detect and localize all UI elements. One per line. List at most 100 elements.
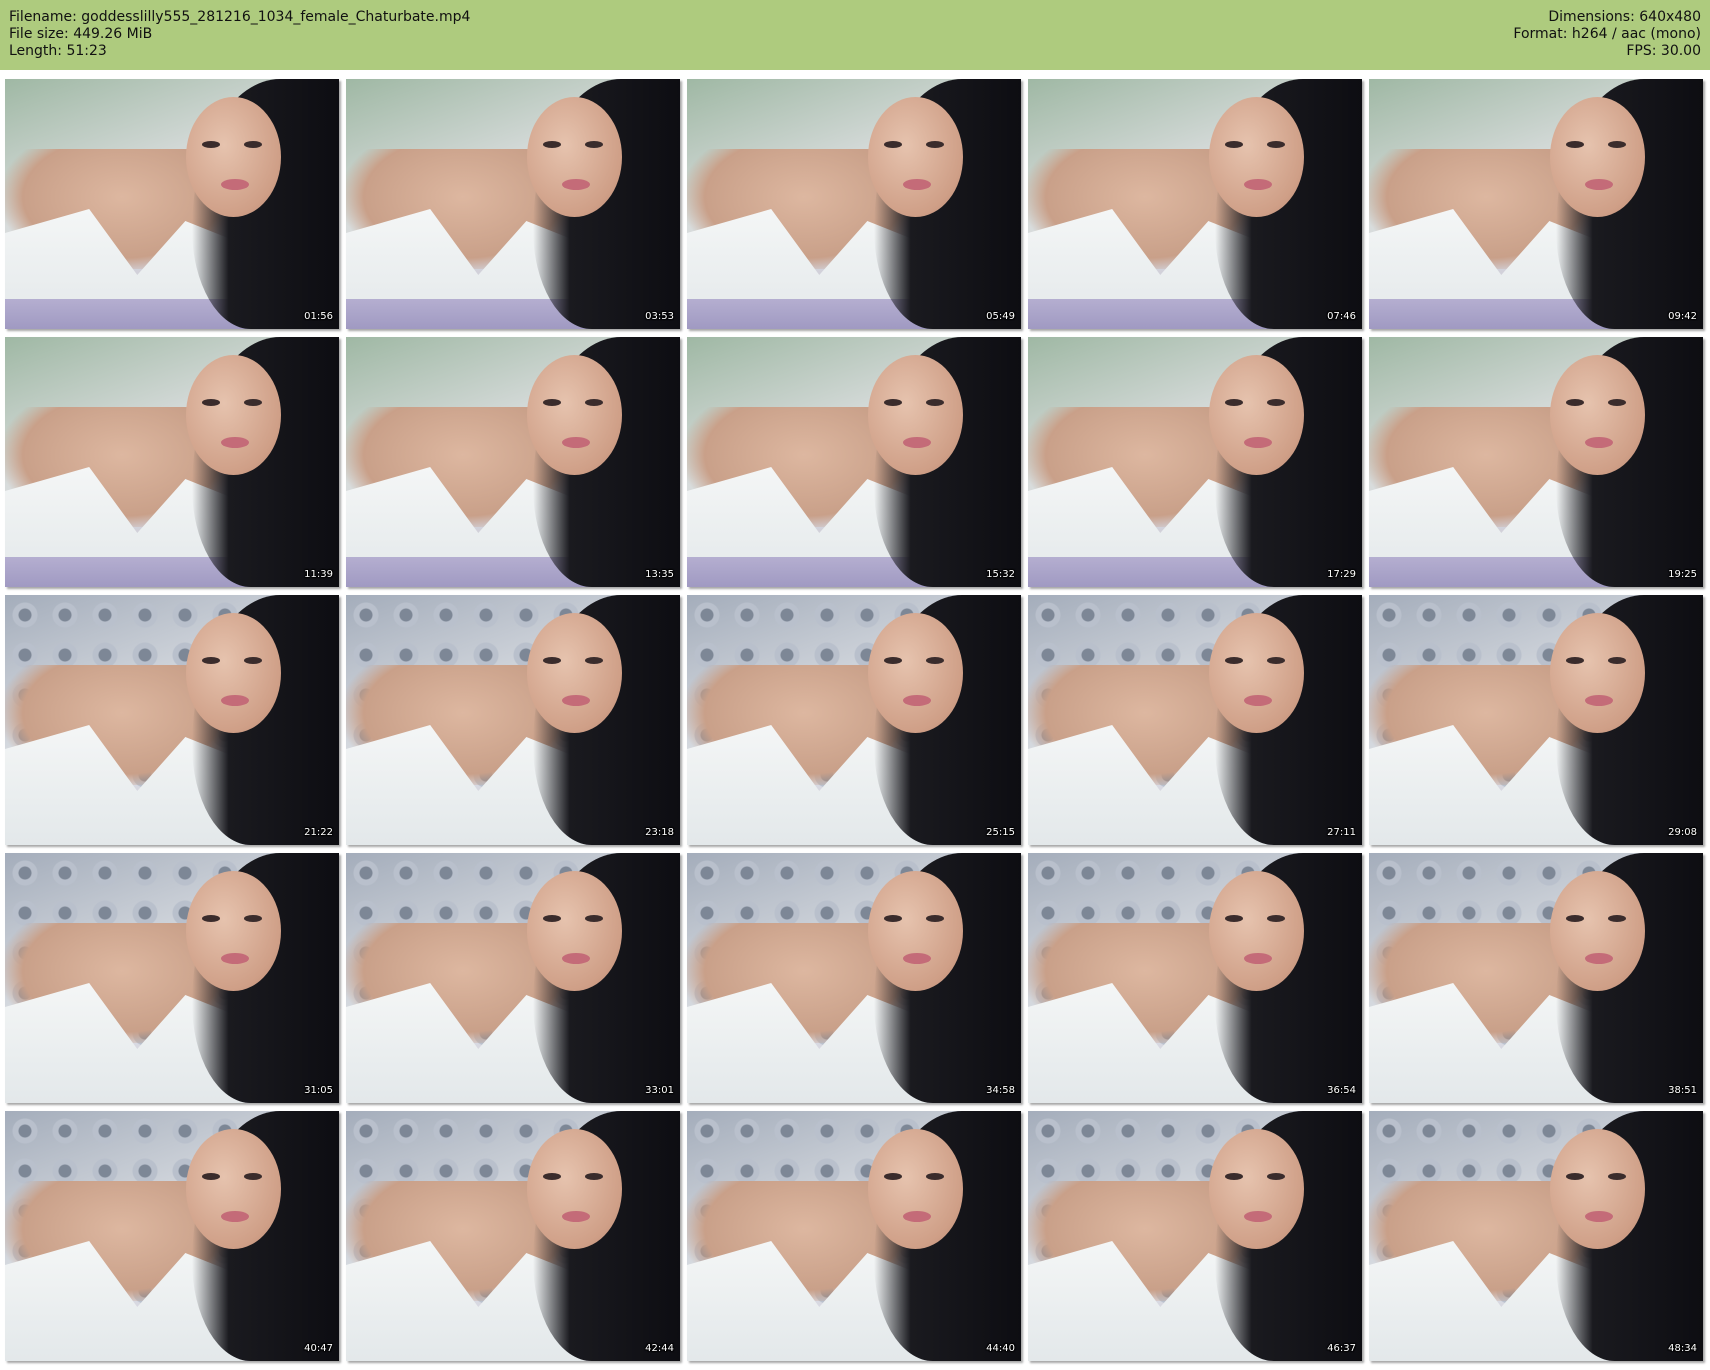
thumbnail-eye [926, 399, 944, 406]
thumbnail-lips [1585, 179, 1613, 190]
thumbnail-face [527, 613, 622, 733]
thumbnail-eye [202, 657, 220, 664]
thumbnail-eye [244, 915, 262, 922]
thumbnail-eye [1608, 657, 1626, 664]
video-thumbnail[interactable]: 27:11 [1028, 595, 1362, 845]
thumbnail-lips [903, 953, 931, 964]
video-thumbnail[interactable]: 03:53 [346, 79, 680, 329]
video-thumbnail[interactable]: 48:34 [1369, 1111, 1703, 1361]
video-thumbnail[interactable]: 44:40 [687, 1111, 1021, 1361]
video-thumbnail[interactable]: 15:32 [687, 337, 1021, 587]
thumbnail-lips [903, 1211, 931, 1222]
info-header: Filename: goddesslilly555_281216_1034_fe… [0, 0, 1710, 70]
thumbnail-timestamp: 46:37 [1327, 1343, 1356, 1354]
thumbnail-lips [1585, 1211, 1613, 1222]
thumbnail-face [868, 871, 963, 991]
thumbnail-eye [202, 399, 220, 406]
thumbnail-face [527, 97, 622, 217]
thumbnail-lips [1585, 695, 1613, 706]
video-thumbnail[interactable]: 09:42 [1369, 79, 1703, 329]
thumbnail-face [1550, 871, 1645, 991]
thumbnail-timestamp: 05:49 [986, 311, 1015, 322]
thumbnail-lips [221, 437, 249, 448]
video-thumbnail[interactable]: 46:37 [1028, 1111, 1362, 1361]
thumbnail-eye [1566, 915, 1584, 922]
thumbnail-eye [585, 1173, 603, 1180]
thumbnail-eye [884, 399, 902, 406]
thumbnail-timestamp: 07:46 [1327, 311, 1356, 322]
video-thumbnail[interactable]: 01:56 [5, 79, 339, 329]
thumbnail-face [868, 355, 963, 475]
thumbnail-timestamp: 15:32 [986, 569, 1015, 580]
thumbnail-eye [244, 141, 262, 148]
video-thumbnail[interactable]: 05:49 [687, 79, 1021, 329]
thumbnail-face [868, 613, 963, 733]
video-thumbnail[interactable]: 34:58 [687, 853, 1021, 1103]
thumbnail-lips [903, 695, 931, 706]
thumbnail-eye [202, 915, 220, 922]
file-info-right: Dimensions: 640x480 Format: h264 / aac (… [1513, 9, 1701, 60]
thumbnail-timestamp: 11:39 [304, 569, 333, 580]
thumbnail-face [527, 871, 622, 991]
video-thumbnail[interactable]: 23:18 [346, 595, 680, 845]
thumbnail-lips [562, 437, 590, 448]
thumbnail-timestamp: 48:34 [1668, 1343, 1697, 1354]
thumbnail-timestamp: 03:53 [645, 311, 674, 322]
thumbnail-eye [1225, 141, 1243, 148]
thumbnail-eye [1608, 399, 1626, 406]
thumbnail-face [1209, 355, 1304, 475]
thumbnail-timestamp: 19:25 [1668, 569, 1697, 580]
thumbnail-face [186, 355, 281, 475]
thumbnail-face [1550, 1129, 1645, 1249]
video-thumbnail[interactable]: 13:35 [346, 337, 680, 587]
thumbnail-eye [1267, 657, 1285, 664]
thumbnail-lips [1244, 437, 1272, 448]
thumbnail-face [1550, 355, 1645, 475]
file-info-left: Filename: goddesslilly555_281216_1034_fe… [9, 9, 470, 60]
thumbnail-timestamp: 01:56 [304, 311, 333, 322]
thumbnail-eye [202, 1173, 220, 1180]
thumbnail-eye [1225, 915, 1243, 922]
thumbnail-lips [903, 437, 931, 448]
thumbnail-eye [543, 1173, 561, 1180]
video-thumbnail[interactable]: 36:54 [1028, 853, 1362, 1103]
thumbnail-face [1209, 871, 1304, 991]
thumbnail-timestamp: 33:01 [645, 1085, 674, 1096]
thumbnail-lips [221, 179, 249, 190]
thumbnail-timestamp: 44:40 [986, 1343, 1015, 1354]
thumbnail-eye [884, 141, 902, 148]
video-thumbnail[interactable]: 40:47 [5, 1111, 339, 1361]
thumbnail-face [186, 1129, 281, 1249]
thumbnail-eye [926, 915, 944, 922]
thumbnail-face [527, 355, 622, 475]
thumbnail-face [868, 97, 963, 217]
thumbnail-face [1550, 613, 1645, 733]
video-thumbnail[interactable]: 11:39 [5, 337, 339, 587]
dimensions-text: Dimensions: 640x480 [1548, 9, 1701, 25]
thumbnail-face [868, 1129, 963, 1249]
thumbnail-eye [202, 141, 220, 148]
thumbnail-eye [244, 1173, 262, 1180]
thumbnail-eye [1225, 399, 1243, 406]
thumbnail-eye [1566, 657, 1584, 664]
thumbnail-timestamp: 40:47 [304, 1343, 333, 1354]
video-thumbnail[interactable]: 25:15 [687, 595, 1021, 845]
thumbnail-timestamp: 23:18 [645, 827, 674, 838]
thumbnail-eye [1267, 1173, 1285, 1180]
video-thumbnail[interactable]: 07:46 [1028, 79, 1362, 329]
video-thumbnail[interactable]: 33:01 [346, 853, 680, 1103]
thumbnail-eye [1566, 1173, 1584, 1180]
thumbnail-eye [543, 657, 561, 664]
thumbnail-eye [543, 915, 561, 922]
format-text: Format: h264 / aac (mono) [1513, 26, 1701, 42]
video-thumbnail[interactable]: 42:44 [346, 1111, 680, 1361]
video-thumbnail[interactable]: 21:22 [5, 595, 339, 845]
video-thumbnail[interactable]: 31:05 [5, 853, 339, 1103]
thumbnail-timestamp: 25:15 [986, 827, 1015, 838]
video-thumbnail[interactable]: 29:08 [1369, 595, 1703, 845]
thumbnail-grid: 01:56 03:53 05:49 07:46 09:42 11:39 13:35 15:32… [5, 79, 1703, 1361]
video-thumbnail[interactable]: 38:51 [1369, 853, 1703, 1103]
thumbnail-eye [1608, 1173, 1626, 1180]
video-thumbnail[interactable]: 17:29 [1028, 337, 1362, 587]
video-thumbnail[interactable]: 19:25 [1369, 337, 1703, 587]
